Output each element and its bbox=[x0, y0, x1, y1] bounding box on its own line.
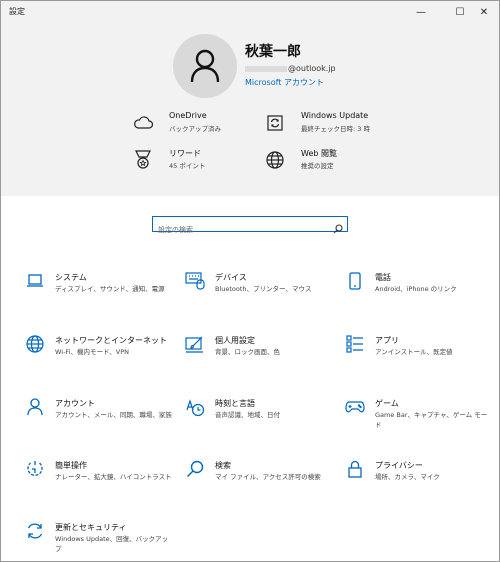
quick-item-subtitle: 45 ポイント bbox=[169, 162, 206, 170]
category-subtitle: 音声認識、地域、日付 bbox=[215, 411, 280, 419]
category-subtitle: Windows Update、回復、バックアップ bbox=[55, 535, 169, 553]
category-time-language[interactable]: 時刻と言語 音声認識、地域、日付 bbox=[185, 397, 335, 447]
globe-icon bbox=[25, 334, 45, 354]
keyboard-icon bbox=[185, 271, 205, 291]
category-title: デバイス bbox=[215, 273, 247, 282]
category-subtitle: Game Bar、キャプチャ、ゲーム モード bbox=[375, 411, 488, 429]
person-icon bbox=[25, 397, 45, 417]
category-subtitle: Android、iPhone のリンク bbox=[375, 285, 457, 293]
category-subtitle: 背景、ロック画面、色 bbox=[215, 348, 280, 356]
search-icon bbox=[185, 459, 205, 479]
category-subtitle: Bluetooth、プリンター、マウス bbox=[215, 285, 312, 293]
email-redaction bbox=[245, 65, 287, 72]
quick-item-web-browsing[interactable]: Web 閲覧 推奨の設定 bbox=[263, 148, 483, 178]
category-title: 個人用設定 bbox=[215, 336, 255, 345]
category-title: ゲーム bbox=[375, 399, 399, 408]
quick-item-title: リワード bbox=[169, 149, 201, 158]
search-icon[interactable] bbox=[333, 219, 343, 238]
category-title: 電話 bbox=[375, 273, 391, 282]
category-system[interactable]: システム ディスプレイ、サウンド、通知、電源 bbox=[25, 271, 175, 321]
microsoft-account-link[interactable]: Microsoft アカウント bbox=[245, 77, 324, 88]
apps-list-icon bbox=[345, 334, 365, 354]
quick-item-subtitle: バックアップ済み bbox=[169, 125, 221, 133]
settings-window: 設定 — ☐ ✕ 秋葉一郎 @outlook.jp Microsoft アカウン… bbox=[0, 0, 500, 562]
category-network[interactable]: ネットワークとインターネット Wi-Fi、機内モード、VPN bbox=[25, 334, 175, 384]
paint-icon bbox=[185, 334, 205, 354]
category-personalization[interactable]: 個人用設定 背景、ロック画面、色 bbox=[185, 334, 335, 384]
category-subtitle: ナレーター、拡大鏡、ハイコントラスト bbox=[55, 473, 172, 481]
gamepad-icon bbox=[345, 397, 365, 417]
user-name: 秋葉一郎 bbox=[245, 44, 301, 60]
category-title: ネットワークとインターネット bbox=[55, 336, 167, 345]
category-apps[interactable]: アプリ アンインストール、既定値 bbox=[345, 334, 495, 384]
quick-item-subtitle: 最終チェック日時: 3 時 bbox=[301, 125, 370, 133]
category-title: 更新とセキュリティ bbox=[55, 523, 127, 532]
category-title: 簡単操作 bbox=[55, 461, 87, 470]
time-language-icon bbox=[185, 397, 205, 417]
category-gaming[interactable]: ゲーム Game Bar、キャプチャ、ゲーム モード bbox=[345, 397, 495, 447]
category-title: 時刻と言語 bbox=[215, 399, 255, 408]
category-subtitle: アカウント、メール、同期、職場、家族 bbox=[55, 411, 172, 419]
quick-item-title: Windows Update bbox=[301, 111, 369, 120]
category-title: 検索 bbox=[215, 461, 231, 470]
phone-icon bbox=[345, 271, 365, 291]
category-subtitle: アンインストール、既定値 bbox=[375, 348, 453, 356]
category-privacy[interactable]: プライバシー 場所、カメラ、マイク bbox=[345, 459, 495, 509]
avatar[interactable] bbox=[173, 34, 237, 98]
ease-of-access-icon bbox=[25, 459, 45, 479]
category-title: アカウント bbox=[55, 399, 95, 408]
quick-item-title: Web 閲覧 bbox=[301, 149, 337, 158]
category-accounts[interactable]: アカウント アカウント、メール、同期、職場、家族 bbox=[25, 397, 175, 447]
person-icon bbox=[190, 49, 220, 83]
category-title: アプリ bbox=[375, 336, 399, 345]
category-subtitle: ディスプレイ、サウンド、通知、電源 bbox=[55, 285, 165, 293]
category-devices[interactable]: デバイス Bluetooth、プリンター、マウス bbox=[185, 271, 335, 321]
category-title: プライバシー bbox=[375, 461, 423, 470]
laptop-icon bbox=[25, 271, 45, 291]
quick-item-windows-update[interactable]: Windows Update 最終チェック日時: 3 時 bbox=[263, 111, 483, 141]
category-title: システム bbox=[55, 273, 87, 282]
category-update-security[interactable]: 更新とセキュリティ Windows Update、回復、バックアップ bbox=[25, 521, 175, 561]
close-button[interactable]: ✕ bbox=[469, 1, 499, 23]
quick-item-title: OneDrive bbox=[169, 111, 207, 120]
email-suffix: @outlook.jp bbox=[288, 64, 336, 73]
quick-item-subtitle: 推奨の設定 bbox=[301, 162, 334, 170]
category-ease-of-access[interactable]: 簡単操作 ナレーター、拡大鏡、ハイコントラスト bbox=[25, 459, 175, 509]
title-bar: 設定 — ☐ ✕ bbox=[1, 1, 499, 23]
cloud-icon bbox=[131, 111, 155, 135]
globe-icon bbox=[263, 148, 287, 172]
category-subtitle: Wi-Fi、機内モード、VPN bbox=[55, 348, 129, 356]
minimize-button[interactable]: — bbox=[406, 1, 436, 23]
user-email: @outlook.jp bbox=[245, 64, 336, 73]
category-subtitle: 場所、カメラ、マイク bbox=[375, 473, 440, 481]
search-input[interactable] bbox=[153, 223, 328, 237]
refresh-icon bbox=[263, 111, 287, 135]
account-header: 秋葉一郎 @outlook.jp Microsoft アカウント OneDriv… bbox=[1, 23, 499, 196]
settings-search[interactable] bbox=[152, 216, 348, 237]
category-subtitle: マイ ファイル、アクセス許可の検索 bbox=[215, 473, 321, 481]
window-title: 設定 bbox=[9, 7, 25, 16]
category-search[interactable]: 検索 マイ ファイル、アクセス許可の検索 bbox=[185, 459, 335, 509]
medal-icon bbox=[131, 148, 155, 172]
category-phone[interactable]: 電話 Android、iPhone のリンク bbox=[345, 271, 495, 321]
lock-icon bbox=[345, 459, 365, 479]
sync-icon bbox=[25, 521, 45, 541]
